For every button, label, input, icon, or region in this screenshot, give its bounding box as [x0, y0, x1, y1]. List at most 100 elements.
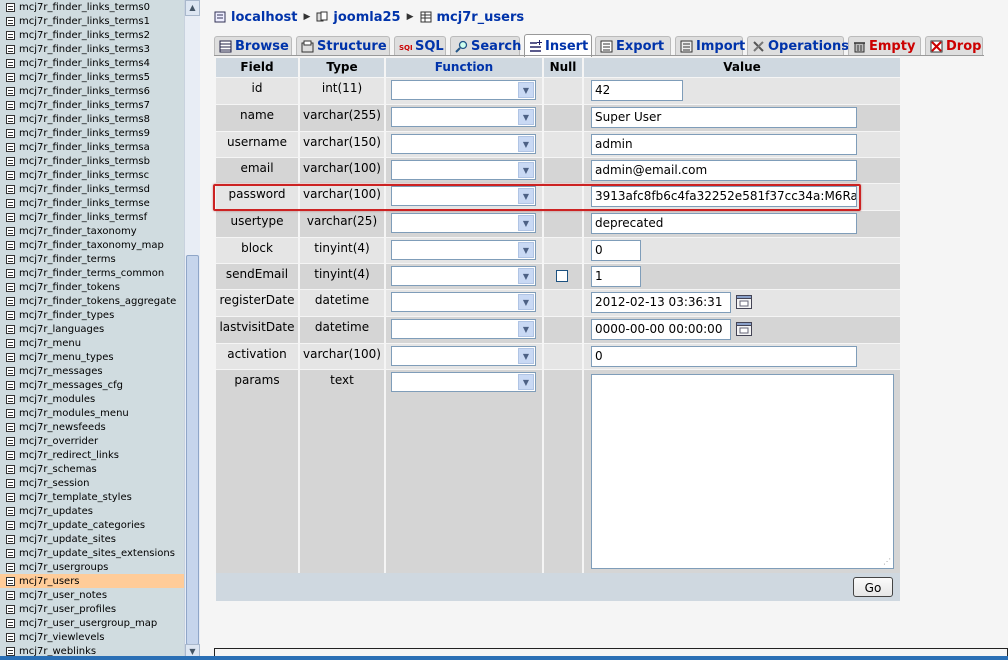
- table-icon[interactable]: [6, 394, 15, 404]
- table-icon[interactable]: [6, 212, 15, 222]
- sidebar-table-label[interactable]: mcj7r_weblinks: [19, 646, 96, 657]
- sidebar-table-label[interactable]: mcj7r_updates: [19, 506, 93, 517]
- sidebar-table-item[interactable]: mcj7r_usergroups: [0, 560, 184, 574]
- table-icon[interactable]: [6, 142, 15, 152]
- value-input[interactable]: 42: [591, 80, 683, 101]
- tab-import[interactable]: Import: [675, 36, 745, 56]
- function-select[interactable]: ▼: [391, 134, 536, 154]
- sidebar-table-label[interactable]: mcj7r_template_styles: [19, 492, 132, 503]
- table-icon[interactable]: [6, 184, 15, 194]
- sidebar-table-item[interactable]: mcj7r_finder_taxonomy_map: [0, 238, 184, 252]
- chevron-down-icon[interactable]: ▼: [518, 321, 534, 337]
- table-icon[interactable]: [6, 436, 15, 446]
- function-select[interactable]: ▼: [391, 240, 536, 260]
- calendar-icon[interactable]: [736, 295, 752, 309]
- scrollbar-thumb[interactable]: [186, 255, 199, 645]
- table-icon[interactable]: [6, 408, 15, 418]
- function-select[interactable]: ▼: [391, 213, 536, 233]
- table-icon[interactable]: [6, 632, 15, 642]
- table-icon[interactable]: [6, 226, 15, 236]
- sidebar-table-label[interactable]: mcj7r_finder_links_terms0: [19, 2, 150, 13]
- chevron-down-icon[interactable]: ▼: [518, 348, 534, 364]
- sidebar-table-label[interactable]: mcj7r_finder_links_termsd: [19, 184, 150, 195]
- sidebar-table-item[interactable]: mcj7r_newsfeeds: [0, 420, 184, 434]
- sidebar-table-label[interactable]: mcj7r_modules_menu: [19, 408, 129, 419]
- sidebar-table-label[interactable]: mcj7r_schemas: [19, 464, 97, 475]
- sidebar-table-label[interactable]: mcj7r_user_usergroup_map: [19, 618, 157, 629]
- value-input[interactable]: 0000-00-00 00:00:00: [591, 319, 731, 340]
- sidebar-table-item[interactable]: mcj7r_finder_links_terms4: [0, 56, 184, 70]
- sidebar-table-item[interactable]: mcj7r_finder_tokens_aggregate: [0, 294, 184, 308]
- chevron-down-icon[interactable]: ▼: [518, 82, 534, 98]
- function-select[interactable]: ▼: [391, 80, 536, 100]
- table-icon[interactable]: [6, 282, 15, 292]
- table-icon[interactable]: [6, 58, 15, 68]
- sidebar-table-item[interactable]: mcj7r_finder_terms_common: [0, 266, 184, 280]
- operations-icon[interactable]: [752, 40, 765, 53]
- sidebar-table-label[interactable]: mcj7r_menu: [19, 338, 81, 349]
- chevron-down-icon[interactable]: ▼: [518, 268, 534, 284]
- sidebar-table-item[interactable]: mcj7r_user_usergroup_map: [0, 616, 184, 630]
- scroll-up-arrow-icon[interactable]: ▲: [185, 0, 200, 16]
- tab-label[interactable]: Import: [696, 39, 745, 54]
- structure-icon[interactable]: [301, 40, 314, 53]
- table-icon[interactable]: [6, 548, 15, 558]
- sidebar-table-label[interactable]: mcj7r_finder_links_terms3: [19, 44, 150, 55]
- table-icon[interactable]: [6, 478, 15, 488]
- sidebar-table-label[interactable]: mcj7r_finder_links_terms8: [19, 114, 150, 125]
- sidebar-table-label[interactable]: mcj7r_user_notes: [19, 590, 107, 601]
- table-icon[interactable]: [6, 240, 15, 250]
- table-icon[interactable]: [6, 534, 15, 544]
- table-icon[interactable]: [6, 618, 15, 628]
- sidebar-table-label[interactable]: mcj7r_finder_links_termsa: [19, 142, 150, 153]
- function-select[interactable]: ▼: [391, 266, 536, 286]
- sidebar-table-item[interactable]: mcj7r_update_categories: [0, 518, 184, 532]
- sidebar-table-item[interactable]: mcj7r_languages: [0, 322, 184, 336]
- sidebar-table-label[interactable]: mcj7r_finder_links_terms6: [19, 86, 150, 97]
- value-input[interactable]: 2012-02-13 03:36:31: [591, 292, 731, 313]
- function-select[interactable]: ▼: [391, 160, 536, 180]
- table-icon[interactable]: [6, 366, 15, 376]
- value-input[interactable]: admin@email.com: [591, 160, 857, 181]
- sidebar-table-item[interactable]: mcj7r_finder_links_terms5: [0, 70, 184, 84]
- export-icon[interactable]: [600, 40, 613, 53]
- function-select[interactable]: ▼: [391, 292, 536, 312]
- function-select[interactable]: ▼: [391, 372, 536, 392]
- sidebar-table-item[interactable]: mcj7r_finder_tokens: [0, 280, 184, 294]
- chevron-down-icon[interactable]: ▼: [518, 109, 534, 125]
- tab-export[interactable]: Export: [595, 36, 671, 56]
- sidebar-table-item[interactable]: mcj7r_finder_links_terms8: [0, 112, 184, 126]
- table-icon[interactable]: [6, 86, 15, 96]
- tab-operations[interactable]: Operations: [747, 36, 849, 56]
- sidebar-table-item[interactable]: mcj7r_finder_links_termsa: [0, 140, 184, 154]
- table-icon[interactable]: [6, 646, 15, 656]
- tab-sql[interactable]: SQLSQL: [394, 36, 446, 56]
- sidebar-table-item[interactable]: mcj7r_modules_menu: [0, 406, 184, 420]
- calendar-icon[interactable]: [736, 322, 752, 336]
- table-icon[interactable]: [6, 100, 15, 110]
- sidebar-table-label[interactable]: mcj7r_session: [19, 478, 90, 489]
- drop-icon[interactable]: [930, 40, 943, 53]
- table-icon[interactable]: [6, 464, 15, 474]
- tab-drop[interactable]: Drop: [925, 36, 983, 56]
- sidebar-table-label[interactable]: mcj7r_finder_links_terms5: [19, 72, 150, 83]
- table-icon[interactable]: [6, 296, 15, 306]
- sidebar-table-label[interactable]: mcj7r_users: [19, 576, 80, 587]
- table-icon[interactable]: [6, 604, 15, 614]
- table-icon[interactable]: [6, 520, 15, 530]
- table-icon[interactable]: [6, 72, 15, 82]
- sidebar-table-item[interactable]: mcj7r_finder_links_terms2: [0, 28, 184, 42]
- table-icon[interactable]: [6, 44, 15, 54]
- sidebar-scrollbar[interactable]: ▲ ▼: [184, 0, 200, 660]
- sidebar-table-item[interactable]: mcj7r_finder_links_terms9: [0, 126, 184, 140]
- value-input[interactable]: 0: [591, 240, 641, 261]
- tab-label[interactable]: SQL: [415, 39, 444, 54]
- sidebar-table-label[interactable]: mcj7r_finder_links_terms7: [19, 100, 150, 111]
- function-select[interactable]: ▼: [391, 107, 536, 127]
- sidebar-table-item[interactable]: mcj7r_overrider: [0, 434, 184, 448]
- table-icon[interactable]: [6, 590, 15, 600]
- sidebar-table-label[interactable]: mcj7r_languages: [19, 324, 104, 335]
- sidebar-table-item[interactable]: mcj7r_users: [0, 574, 184, 588]
- resize-grip-icon[interactable]: ⋰: [883, 558, 891, 566]
- sql-icon[interactable]: SQL: [399, 40, 412, 53]
